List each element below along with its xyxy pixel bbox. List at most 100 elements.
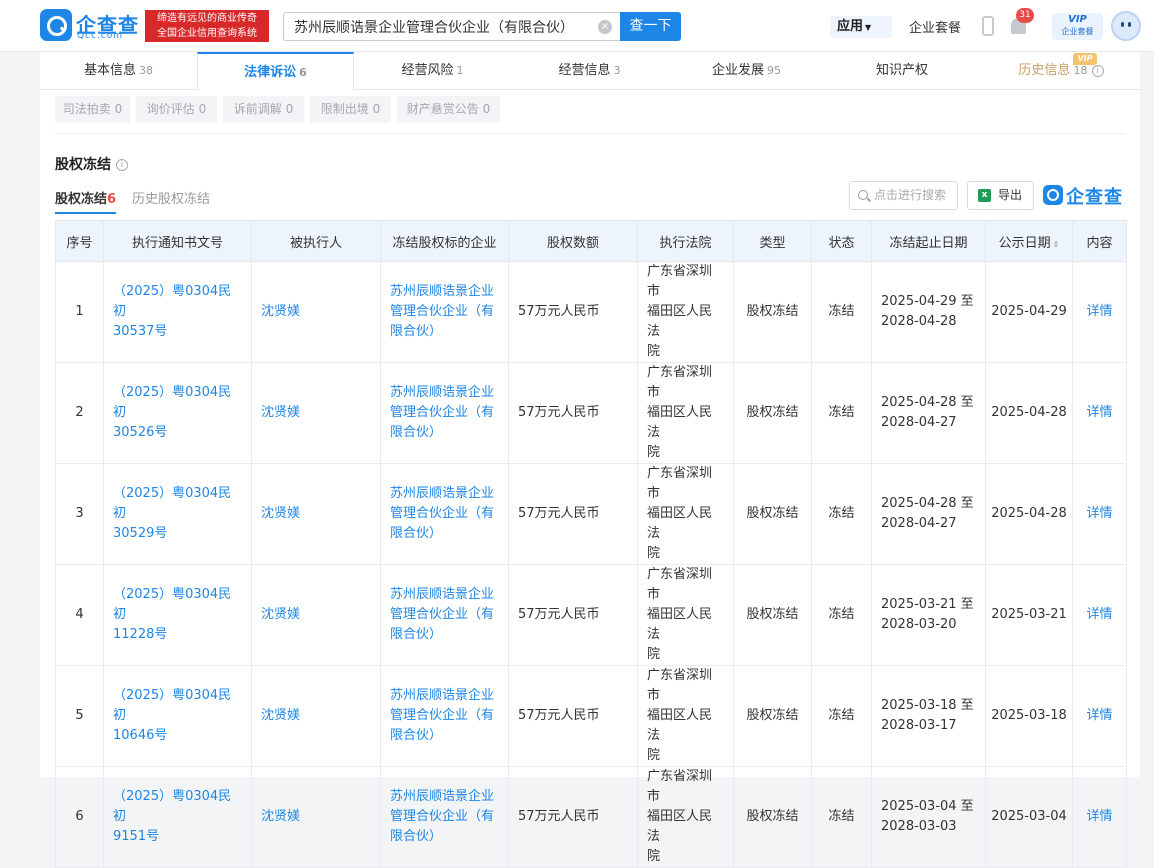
doc-no-line[interactable]: （2025）粤0304民初 [113,789,231,824]
chip-property-reward-notice[interactable]: 财产悬赏公告 0 [397,96,500,123]
company-link[interactable]: 限合伙） [390,526,442,541]
cell-doc-no[interactable]: （2025）粤0304民初 30537号 [103,261,252,363]
company-link[interactable]: 苏州辰顺诰景企业 [390,385,494,400]
doc-no-line[interactable]: （2025）粤0304民初 [113,486,231,521]
doc-no-line[interactable]: 30526号 [113,425,167,440]
enterprise-package-link[interactable]: 企业套餐 [909,17,961,36]
user-avatar[interactable] [1111,11,1141,41]
chip-exit-restriction[interactable]: 限制出境 0 [310,96,391,123]
company-link[interactable]: 限合伙） [390,728,442,743]
equity-freeze-table: 序号 执行通知书文号 被执行人 冻结股权标的企业 股权数额 执行法院 类型 状态… [55,220,1127,868]
company-link[interactable]: 限合伙） [390,324,442,339]
cell-company[interactable]: 苏州辰顺诰景企业 管理合伙企业（有 限合伙） [380,564,509,666]
person-link[interactable]: 沈贤媄 [261,405,300,420]
period-line: 2025-04-28 至 [881,496,974,511]
cell-company[interactable]: 苏州辰顺诰景企业 管理合伙企业（有 限合伙） [380,362,509,464]
cell-company[interactable]: 苏州辰顺诰景企业 管理合伙企业（有 限合伙） [380,463,509,565]
detail-link[interactable]: 详情 [1086,809,1112,824]
doc-no-line[interactable]: 9151号 [113,829,159,844]
info-icon[interactable]: i [115,159,128,171]
tab-business-info[interactable]: 经营信息 3 [511,52,668,90]
cell-company[interactable]: 苏州辰顺诰景企业 管理合伙企业（有 限合伙） [380,261,509,363]
cell-amount: 57万元人民币 [508,665,638,767]
company-link[interactable]: 苏州辰顺诰景企业 [390,284,494,299]
doc-no-line[interactable]: （2025）粤0304民初 [113,385,231,420]
table-search-input[interactable]: 点击进行搜索 [849,181,958,210]
search-input[interactable] [294,18,594,36]
search-placeholder: 点击进行搜索 [874,188,947,202]
sort-icon[interactable]: ⇕ [1053,240,1060,249]
company-link[interactable]: 限合伙） [390,627,442,642]
tab-business-risk[interactable]: 经营风险 1 [354,52,511,90]
detail-link[interactable]: 详情 [1086,708,1112,723]
cell-person[interactable]: 沈贤媄 [251,665,381,767]
company-link[interactable]: 管理合伙企业（有 [390,809,494,824]
chip-pre-litigation-mediation[interactable]: 诉前调解 0 [223,96,304,123]
doc-no-line[interactable]: 10646号 [113,728,167,743]
doc-no-line[interactable]: （2025）粤0304民初 [113,284,231,319]
tab-label: 企业发展 [711,63,764,78]
cell-doc-no[interactable]: （2025）粤0304民初 30526号 [103,362,252,464]
subtab-history-equity-freeze[interactable]: 历史股权冻结 [132,188,210,207]
chip-judicial-auction[interactable]: 司法拍卖 0 [55,96,130,123]
cell-person[interactable]: 沈贤媄 [251,564,381,666]
vip-package-button[interactable]: VIP 企业套餐 [1052,13,1103,40]
cell-pub-date: 2025-03-18 [985,665,1073,767]
cell-person[interactable]: 沈贤媄 [251,766,381,868]
detail-link[interactable]: 详情 [1086,304,1112,319]
company-link[interactable]: 苏州辰顺诰景企业 [390,587,494,602]
cell-doc-no[interactable]: （2025）粤0304民初 9151号 [103,766,252,868]
doc-no-line[interactable]: （2025）粤0304民初 [113,688,231,723]
chip-price-inquiry[interactable]: 询价评估 0 [136,96,217,123]
doc-no-line[interactable]: 30529号 [113,526,167,541]
court-line: 福田区人民法 [647,708,713,743]
company-link[interactable]: 限合伙） [390,425,442,440]
person-link[interactable]: 沈贤媄 [261,607,300,622]
doc-no-line[interactable]: 11228号 [113,627,167,642]
mobile-phone-icon[interactable] [982,16,994,36]
cell-court: 广东省深圳市 福田区人民法院 [637,564,734,666]
company-link[interactable]: 管理合伙企业（有 [390,607,494,622]
cell-doc-no[interactable]: （2025）粤0304民初 30529号 [103,463,252,565]
company-link[interactable]: 管理合伙企业（有 [390,304,494,319]
detail-link[interactable]: 详情 [1086,607,1112,622]
qcc-logo-icon [40,9,72,41]
detail-link[interactable]: 详情 [1086,405,1112,420]
company-link[interactable]: 限合伙） [390,829,442,844]
cell-person[interactable]: 沈贤媄 [251,362,381,464]
cell-no: 1 [55,261,104,363]
detail-link[interactable]: 详情 [1086,506,1112,521]
qcc-logo[interactable]: 企查查 Qcc.com [40,9,140,43]
period-line: 2028-03-03 [881,819,957,834]
tab-history-info[interactable]: 历史信息 18 i [982,52,1140,90]
vip-label: VIP [1068,14,1087,25]
clear-icon[interactable]: × [598,20,612,34]
company-link[interactable]: 苏州辰顺诰景企业 [390,789,494,804]
doc-no-line[interactable]: 30537号 [113,324,167,339]
cell-doc-no[interactable]: （2025）粤0304民初 11228号 [103,564,252,666]
person-link[interactable]: 沈贤媄 [261,506,300,521]
tab-intellectual-property[interactable]: 知识产权 [825,52,982,90]
company-link[interactable]: 苏州辰顺诰景企业 [390,688,494,703]
export-button[interactable]: x 导出 [967,181,1034,210]
cell-person[interactable]: 沈贤媄 [251,261,381,363]
company-link[interactable]: 苏州辰顺诰景企业 [390,486,494,501]
tab-legal-litigation[interactable]: 法律诉讼 6 [197,52,354,91]
col-header-pub-date[interactable]: 公示日期 ⇕ [985,220,1073,262]
company-link[interactable]: 管理合伙企业（有 [390,708,494,723]
person-link[interactable]: 沈贤媄 [261,809,300,824]
tab-basic-info[interactable]: 基本信息 38 [40,52,197,90]
person-link[interactable]: 沈贤媄 [261,708,300,723]
apps-menu-button[interactable]: 应用 ▼ [830,16,892,38]
search-button[interactable]: 查一下 [620,12,681,41]
person-link[interactable]: 沈贤媄 [261,304,300,319]
cell-company[interactable]: 苏州辰顺诰景企业 管理合伙企业（有 限合伙） [380,766,509,868]
company-link[interactable]: 管理合伙企业（有 [390,506,494,521]
cell-doc-no[interactable]: （2025）粤0304民初 10646号 [103,665,252,767]
company-link[interactable]: 管理合伙企业（有 [390,405,494,420]
doc-no-line[interactable]: （2025）粤0304民初 [113,587,231,622]
subtab-equity-freeze[interactable]: 股权冻结6 [55,188,117,214]
tab-development[interactable]: 企业发展 95 [668,52,825,90]
cell-person[interactable]: 沈贤媄 [251,463,381,565]
cell-company[interactable]: 苏州辰顺诰景企业 管理合伙企业（有 限合伙） [380,665,509,767]
